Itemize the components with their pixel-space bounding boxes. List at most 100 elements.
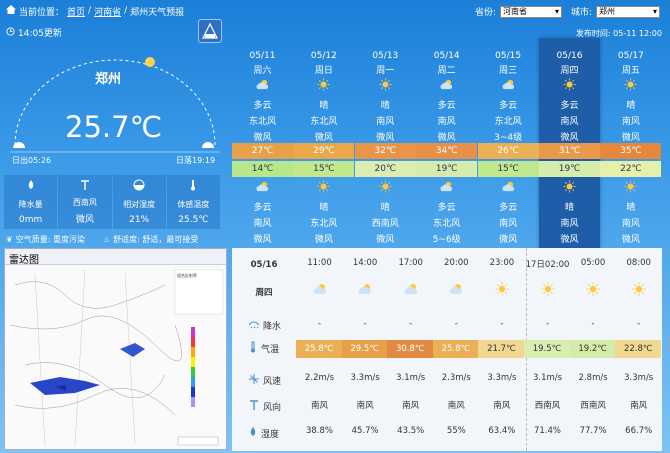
breadcrumb-current: 郑州天气预报 bbox=[130, 7, 185, 18]
comfort-level: ♨ 舒适度: 舒适，最可接受 bbox=[103, 234, 198, 245]
hourly-date: 05/16 bbox=[250, 260, 278, 270]
province-select[interactable]: 河南省 ▾ bbox=[500, 5, 563, 18]
day-weekday: 周三 bbox=[499, 66, 518, 76]
comfort-icon: ♨ bbox=[102, 235, 111, 244]
high-temp: 35℃ bbox=[600, 143, 662, 159]
stat-value: 微风 bbox=[75, 215, 94, 226]
hourly-humidity: 63.4% bbox=[488, 426, 516, 436]
stat-value: 0mm bbox=[18, 214, 43, 225]
stat-value: 25.5℃ bbox=[178, 214, 209, 225]
hourly-wind-direction: 西南风 bbox=[580, 401, 606, 411]
hourly-humidity: 66.7% bbox=[625, 426, 653, 436]
day-wind-level: 微风 bbox=[560, 133, 579, 143]
hourly-temp: 22.8℃ bbox=[615, 340, 662, 358]
radar-title: 雷达图 bbox=[5, 249, 226, 266]
hourly-temp: 29.5℃ bbox=[341, 340, 388, 358]
night-weather: 多云 bbox=[499, 203, 518, 213]
current-temperature: 25.7℃ bbox=[65, 110, 163, 144]
day-date: 05/12 bbox=[310, 51, 337, 61]
hourly-wind-direction: 南风 bbox=[402, 401, 420, 411]
breadcrumb-province-link[interactable]: 河南省 bbox=[94, 5, 121, 18]
low-temp: 20℃ bbox=[354, 161, 416, 177]
rain-icon bbox=[248, 319, 260, 332]
night-weather: 多云 bbox=[437, 203, 456, 213]
hourly-rain: - bbox=[591, 319, 595, 329]
hourly-wind-speed: 2.3m/s bbox=[441, 373, 471, 383]
day-wind-direction: 东北风 bbox=[248, 117, 276, 127]
stat-label: 体感温度 bbox=[177, 199, 210, 209]
sun-icon bbox=[479, 282, 524, 299]
day-wind-direction: 东北风 bbox=[310, 117, 338, 127]
day-weather: 多云 bbox=[437, 101, 456, 111]
day-wind-level: 微风 bbox=[314, 133, 333, 143]
night-weather: 晴 bbox=[564, 203, 574, 213]
night-weather: 晴 bbox=[319, 203, 329, 213]
hourly-temp: 25.8℃ bbox=[432, 340, 479, 358]
warning-badge-icon[interactable] bbox=[198, 19, 222, 43]
province-value: 河南省 bbox=[503, 7, 528, 16]
day-weather: 多云 bbox=[560, 101, 579, 111]
update-time-text: 14:05更新 bbox=[18, 29, 62, 39]
day-date: 05/16 bbox=[556, 51, 583, 61]
day-date: 05/13 bbox=[372, 51, 399, 61]
partly-cloudy-icon bbox=[416, 180, 477, 196]
hourly-time: 08:00 bbox=[626, 258, 651, 268]
hourly-wind-speed: 3.1m/s bbox=[532, 373, 563, 383]
partly-cloudy-icon bbox=[343, 282, 388, 299]
stat-humidity: 相对湿度 21% bbox=[112, 175, 166, 229]
wind-speed-icon bbox=[248, 373, 260, 388]
night-wind-direction: 东北风 bbox=[433, 219, 461, 229]
low-temp-band: 14℃ 15℃ 20℃ 19℃ 15℃ 19℃ 22℃ bbox=[232, 161, 662, 177]
breadcrumb-home-link[interactable]: 首页 bbox=[67, 5, 85, 18]
hourly-row-label-temp: 气温 bbox=[232, 341, 302, 356]
day-weather: 晴 bbox=[626, 101, 636, 111]
night-wind-level: 微风 bbox=[376, 235, 395, 245]
high-temp: 34℃ bbox=[416, 143, 478, 159]
hourly-temp: 21.7℃ bbox=[478, 340, 525, 358]
radar-legend-title: 组合反射率 bbox=[177, 272, 197, 278]
province-label: 省份: bbox=[475, 8, 497, 18]
hourly-time: 14:00 bbox=[352, 258, 378, 268]
air-quality-text: 空气质量: 重度污染 bbox=[15, 235, 85, 244]
sunset-time: 日落19:19 bbox=[176, 156, 216, 165]
hourly-humidity: 77.7% bbox=[579, 426, 607, 436]
night-wind-level: 微风 bbox=[253, 235, 272, 245]
hourly-time: 20:00 bbox=[444, 258, 469, 268]
radar-map-image[interactable]: 组合反射率 bbox=[5, 265, 226, 449]
stat-label: 西南风 bbox=[72, 198, 97, 208]
high-temp: 31℃ bbox=[539, 143, 600, 159]
hourly-wind-speed: 3.3m/s bbox=[487, 373, 517, 383]
night-wind-direction: 南风 bbox=[499, 219, 518, 229]
city-label: 城市: bbox=[571, 8, 593, 18]
hourly-rain: - bbox=[637, 319, 641, 329]
night-wind-direction: 南风 bbox=[621, 219, 640, 229]
low-temp: 14℃ bbox=[232, 161, 293, 177]
stat-feels-like: 体感温度 25.5℃ bbox=[166, 175, 220, 229]
hourly-wind-direction: 南风 bbox=[630, 401, 648, 411]
night-weather: 多云 bbox=[253, 203, 272, 213]
day-wind-direction: 南风 bbox=[376, 117, 395, 127]
city-name: 郑州 bbox=[95, 72, 122, 87]
day-wind-level: 3~4级 bbox=[494, 133, 523, 143]
sun-icon bbox=[571, 282, 616, 299]
hourly-wind-speed: 2.8m/s bbox=[578, 373, 608, 383]
air-quality: ❦ 空气质量: 重度污染 bbox=[6, 234, 85, 245]
night-wind-direction: 南风 bbox=[560, 219, 579, 229]
wind-direction-icon bbox=[248, 399, 260, 414]
hourly-temp: 30.8℃ bbox=[387, 340, 434, 358]
day-wind-direction: 东北风 bbox=[494, 117, 522, 127]
partly-cloudy-icon bbox=[388, 282, 433, 299]
day-weekday: 周五 bbox=[621, 66, 640, 76]
stat-label: 相对湿度 bbox=[123, 199, 156, 209]
clock-icon bbox=[6, 26, 15, 39]
day-date: 05/15 bbox=[495, 51, 522, 61]
day-date: 05/14 bbox=[433, 51, 460, 61]
hourly-row-label-wind-speed: 风速 bbox=[232, 373, 302, 388]
partly-cloudy-icon bbox=[232, 78, 293, 94]
city-select[interactable]: 郑州 ▾ bbox=[596, 5, 661, 18]
partly-cloudy-icon bbox=[478, 78, 539, 94]
sun-icon bbox=[600, 78, 661, 94]
day-wind-level: 微风 bbox=[621, 133, 640, 143]
current-stats: 降水量 0mm 西南风 微风 相对湿度 21% 体感温度 25.5℃ bbox=[4, 175, 220, 229]
humidity-icon bbox=[248, 426, 258, 441]
